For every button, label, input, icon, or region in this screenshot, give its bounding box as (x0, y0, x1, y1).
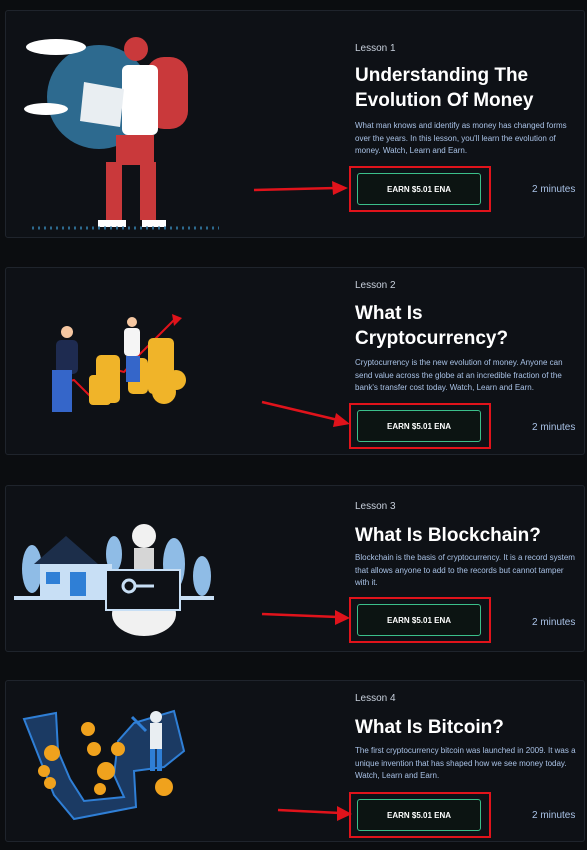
lesson-label: Lesson 3 (355, 501, 396, 512)
lesson-description: Blockchain is the basis of cryptocurrenc… (355, 553, 575, 587)
arrow-pointer-icon (261, 400, 350, 427)
lesson-description: Cryptocurrency is the new evolution of m… (355, 358, 563, 392)
earn-button[interactable]: EARN $5.01 ENA (357, 410, 481, 442)
earn-button-highlight: EARN $5.01 ENA (349, 166, 491, 212)
coin-stacks-growth-icon (52, 314, 186, 412)
earn-button[interactable]: EARN $5.01 ENA (357, 799, 481, 831)
arrow-pointer-icon (261, 610, 350, 625)
house-and-key-icon (14, 524, 214, 636)
lesson-duration: 2 minutes (532, 184, 576, 195)
arrow-pointer-icon (253, 181, 348, 195)
lesson-title: What Is Bitcoin? (355, 717, 504, 738)
bitcoin-mining-icon (22, 709, 186, 821)
lesson-card-3[interactable]: Lesson 3 What Is Blockchain? Blockchain … (5, 485, 585, 652)
lesson-duration: 2 minutes (532, 422, 576, 433)
earn-button[interactable]: EARN $5.01 ENA (357, 604, 481, 636)
lesson-description: What man knows and identify as money has… (355, 121, 567, 155)
traveler-with-map-icon (24, 37, 219, 230)
earn-button-highlight: EARN $5.01 ENA (349, 792, 491, 838)
lesson-title: Understanding The Evolution Of Money (355, 65, 534, 111)
lesson-label: Lesson 1 (355, 43, 396, 54)
lesson-description: The first cryptocurrency bitcoin was lau… (355, 746, 576, 780)
lesson-title: What Is Blockchain? (355, 525, 541, 546)
lesson-duration: 2 minutes (532, 810, 576, 821)
earn-button-highlight: EARN $5.01 ENA (349, 403, 491, 449)
earn-button[interactable]: EARN $5.01 ENA (357, 173, 481, 205)
lesson-title: What Is Cryptocurrency? (355, 303, 509, 349)
earn-button-highlight: EARN $5.01 ENA (349, 597, 491, 643)
lesson-label: Lesson 2 (355, 280, 396, 291)
arrow-pointer-icon (277, 806, 352, 821)
lesson-card-1[interactable]: Lesson 1 Understanding The Evolution Of … (5, 10, 585, 238)
lesson-duration: 2 minutes (532, 617, 576, 628)
lesson-label: Lesson 4 (355, 693, 396, 704)
